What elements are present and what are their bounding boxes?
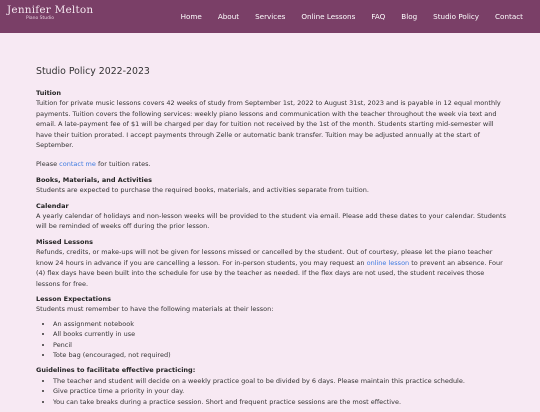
books-heading: Books, Materials, and Activities [36, 175, 153, 184]
expectations-heading: Lesson Expectations [36, 294, 111, 303]
missed-heading: Missed Lessons [36, 237, 94, 246]
list-item: All books currently in use [53, 329, 506, 339]
nav-about[interactable]: About [210, 12, 247, 21]
main-nav: Home About Services Online Lessons FAQ B… [173, 0, 540, 33]
missed-text: Refunds, credits, or make-ups will not b… [36, 247, 506, 289]
logo-name: Jennifer Melton [7, 4, 94, 16]
list-item: The teacher and student will decide on a… [53, 376, 506, 386]
calendar-heading: Calendar [36, 201, 69, 210]
nav-contact[interactable]: Contact [487, 12, 540, 21]
nav-blog[interactable]: Blog [393, 12, 425, 21]
contact-me-link[interactable]: contact me [59, 160, 96, 168]
materials-list: An assignment notebook All books current… [36, 319, 506, 361]
tuition-contact-post: for tuition rates. [95, 160, 151, 169]
nav-services[interactable]: Services [247, 12, 293, 21]
list-item: Give practice time a priority in your da… [53, 386, 506, 396]
page-title: Studio Policy 2022-2023 [36, 66, 150, 77]
expectations-intro: Students must remember to have the follo… [36, 305, 274, 314]
site-header: Jennifer Melton Piano Studio Home About … [0, 0, 540, 33]
practicing-list: The teacher and student will decide on a… [36, 376, 506, 407]
books-text: Students are expected to purchase the re… [36, 186, 369, 195]
list-item: An assignment notebook [53, 319, 506, 329]
calendar-text: A yearly calendar of holidays and non-le… [36, 212, 506, 231]
tuition-contact-line: Please contact me for tuition rates. [36, 159, 506, 169]
nav-home[interactable]: Home [173, 12, 210, 21]
nav-faq[interactable]: FAQ [363, 12, 393, 21]
nav-studio-policy[interactable]: Studio Policy [425, 12, 487, 21]
main-content: Studio Policy 2022-2023 Tuition Tuition … [36, 66, 506, 412]
list-item: Pencil [53, 340, 506, 350]
tuition-text: Tuition for private music lessons covers… [36, 99, 501, 150]
logo-subtitle: Piano Studio [26, 16, 54, 21]
tuition-heading: Tuition [36, 89, 62, 97]
list-item: You can take breaks during a practice se… [53, 397, 506, 407]
tuition-contact-pre: Please [36, 160, 60, 169]
online-lesson-link[interactable]: online lesson [367, 259, 410, 267]
nav-online-lessons[interactable]: Online Lessons [293, 12, 363, 21]
list-item: Tote bag (encouraged, not required) [53, 350, 506, 360]
site-logo[interactable]: Jennifer Melton Piano Studio [7, 5, 93, 22]
practicing-heading: Guidelines to facilitate effective pract… [36, 366, 196, 375]
